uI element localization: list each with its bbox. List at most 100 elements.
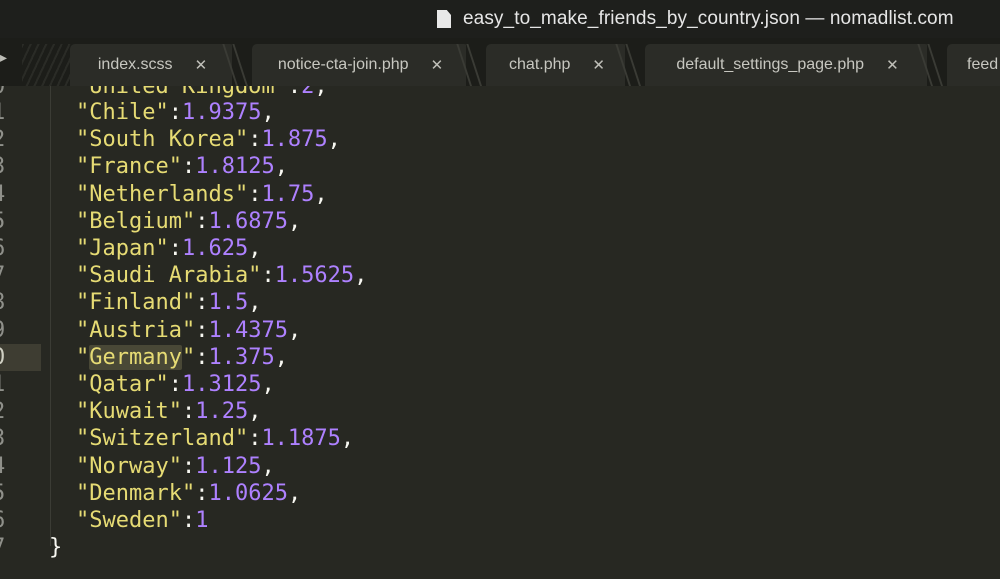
line-number: 3 — [0, 425, 41, 452]
code-content: "Japan":1.625, — [76, 236, 262, 261]
json-value: 1.9375 — [181, 100, 262, 125]
json-key: "France" — [76, 154, 182, 180]
code-content: "France":1.8125, — [76, 154, 288, 180]
code-content: "Kuwait":1.25, — [76, 399, 262, 425]
scroll-tabs-left-icon[interactable]: ▸ — [0, 50, 7, 66]
json-value: 1 — [195, 508, 209, 533]
code-line: 4 "Norway":1.125, — [0, 453, 1000, 480]
close-tab-icon[interactable]: ✕ — [886, 56, 899, 74]
code-line: 4 "Netherlands":1.75, — [0, 181, 1000, 208]
json-value: 1.375 — [208, 344, 275, 370]
json-key: "Kuwait" — [76, 399, 182, 425]
close-tab-icon[interactable]: ✕ — [195, 56, 208, 74]
tab-chat-php[interactable]: chat.php ✕ — [486, 44, 628, 86]
code-line: 8 "Finland":1.5, — [0, 289, 1000, 316]
tab-label: feed — [967, 56, 999, 73]
line-number: 3 — [0, 153, 41, 180]
code-content: "Saudi Arabia":1.5625, — [76, 263, 368, 289]
code-editor[interactable]: 0 "United Kingdom":2, 1 "Chile":1.9375, 2 "… — [0, 86, 1000, 579]
code-line: 0 "Germany":1.375, — [0, 343, 1000, 371]
close-tab-icon[interactable]: ✕ — [431, 56, 444, 74]
code-content: "South Korea":1.875, — [76, 127, 341, 153]
line-number: 8 — [0, 289, 41, 316]
json-value: 1.625 — [181, 236, 249, 261]
title-bar: easy_to_make_friends_by_country.json — n… — [0, 0, 1000, 38]
document-icon — [437, 10, 451, 28]
json-value: 1.5 — [208, 290, 249, 316]
code-line: 6 "Japan":1.625, — [0, 235, 1000, 262]
tab-feed[interactable]: feed — [947, 44, 1000, 86]
code-line: 6 "Sweden":1 — [0, 507, 1000, 534]
code-line: 1 "Chile":1.9375, — [0, 99, 1000, 126]
json-value: 1.6875 — [208, 208, 288, 234]
json-value: 1.5625 — [274, 263, 355, 289]
tab-label: notice-cta-join.php — [277, 56, 409, 73]
code-line: 9 "Austria":1.4375, — [0, 317, 1000, 344]
code-line-closing: 7 } — [0, 534, 1000, 561]
json-key: "Netherlands" — [76, 181, 249, 207]
tab-notice-cta-join[interactable]: notice-cta-join.php ✕ — [252, 44, 469, 86]
line-number: 5 — [0, 208, 41, 235]
line-number: 7 — [0, 262, 41, 289]
window-title: easy_to_make_friends_by_country.json — n… — [463, 8, 954, 29]
json-key: "Switzerland" — [76, 426, 249, 452]
code-content: "Finland":1.5, — [76, 290, 262, 316]
json-key: "Sweden" — [76, 508, 182, 533]
code-line: 3 "France":1.8125, — [0, 153, 1000, 180]
code-content: "Qatar":1.3125, — [76, 372, 275, 397]
line-number: 4 — [0, 181, 41, 208]
code-line: 3 "Switzerland":1.1875, — [0, 425, 1000, 452]
tab-index-scss[interactable]: index.scss ✕ — [70, 44, 235, 86]
tab-bar: ▸ index.scss ✕ notice-cta-join.php ✕ cha… — [0, 38, 1000, 86]
closing-brace: } — [49, 535, 63, 560]
code-line: 2 "Kuwait":1.25, — [0, 398, 1000, 425]
json-key: "Denmark" — [76, 480, 196, 506]
tab-label: chat.php — [509, 56, 571, 73]
json-key: "Austria" — [76, 317, 196, 343]
json-key: "Japan" — [76, 236, 169, 261]
json-value: 1.8125 — [195, 154, 275, 180]
line-number: 2 — [0, 398, 41, 425]
code-line: 1 "Qatar":1.3125, — [0, 371, 1000, 398]
json-key: "Saudi Arabia" — [76, 263, 262, 289]
line-number: 9 — [0, 317, 41, 344]
json-key: "Chile" — [76, 100, 169, 125]
code-line: 5 "Belgium":1.6875, — [0, 208, 1000, 235]
line-number: 5 — [0, 480, 41, 507]
json-key: "Belgium" — [76, 208, 196, 234]
json-key: "Qatar" — [76, 372, 169, 397]
code-content: "Norway":1.125, — [76, 453, 275, 479]
json-value: 1.875 — [261, 127, 328, 153]
json-value: 1.3125 — [181, 372, 262, 397]
tab-label: default_settings_page.php — [676, 56, 865, 73]
selection-highlight: Germany — [89, 344, 182, 370]
code-content: "United Kingdom":2, — [76, 86, 328, 99]
line-number: 1 — [0, 371, 41, 398]
line-number: 6 — [0, 235, 41, 262]
code-content: "Switzerland":1.1875, — [76, 426, 355, 452]
tab-label: index.scss — [97, 56, 173, 73]
line-number: 4 — [0, 453, 41, 480]
line-number: 6 — [0, 507, 41, 534]
json-value: 1.125 — [195, 453, 262, 479]
json-value: 1.0625 — [208, 480, 288, 506]
code-content: "Austria":1.4375, — [76, 317, 302, 343]
code-content: "Netherlands":1.75, — [76, 181, 328, 207]
code-line: 7 "Saudi Arabia":1.5625, — [0, 262, 1000, 289]
line-number: 2 — [0, 126, 41, 153]
json-value: 1.75 — [261, 181, 315, 207]
json-value: 1.25 — [195, 399, 249, 425]
json-key: "Finland" — [76, 290, 196, 316]
code-line: 2 "South Korea":1.875, — [0, 126, 1000, 153]
code-content: "Sweden":1 — [76, 508, 209, 533]
line-number: 0 — [0, 86, 41, 100]
code-content: "Denmark":1.0625, — [76, 480, 302, 506]
code-content: "Belgium":1.6875, — [76, 208, 302, 234]
close-tab-icon[interactable]: ✕ — [592, 56, 605, 74]
editor-window: easy_to_make_friends_by_country.json — n… — [0, 0, 1000, 579]
code-content: "Germany":1.375, — [76, 344, 288, 370]
window-title-group: easy_to_make_friends_by_country.json — n… — [437, 6, 954, 32]
code-line: 5 "Denmark":1.0625, — [0, 480, 1000, 507]
tab-default-settings-page[interactable]: default_settings_page.php ✕ — [645, 44, 930, 86]
line-number: 1 — [0, 99, 41, 126]
